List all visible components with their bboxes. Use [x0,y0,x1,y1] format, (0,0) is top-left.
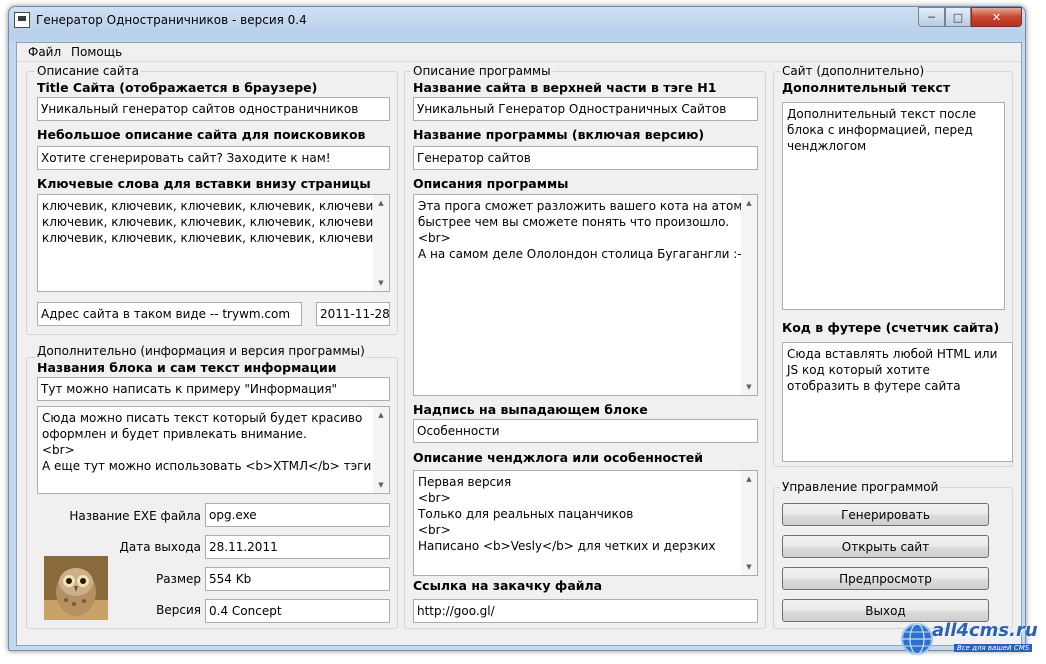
open-site-button[interactable]: Открыть сайт [782,535,989,558]
app-icon [14,12,30,28]
program-desc-line: <br> [418,231,451,245]
keywords-line: ключевик, ключевик, ключевик, ключевик, … [42,215,385,229]
scroll-up-icon[interactable]: ▲ [373,196,389,210]
changelog-line: Только для реальных пацанчиков [418,507,634,521]
site-title-input[interactable]: Уникальный генератор сайтов одностраничн… [37,97,390,121]
h1-input[interactable]: Уникальный Генератор Одностраничных Сайт… [413,97,758,121]
owl-image [44,556,108,620]
menu-help[interactable]: Помощь [71,45,122,59]
download-label: Ссылка на закачку файла [413,578,603,593]
exe-input[interactable]: opg.exe [205,503,390,527]
minimize-button[interactable]: ─ [918,7,945,27]
footer-code-label: Код в футере (счетчик сайта) [782,320,1000,335]
extra-info-legend: Дополнительно (информация и версия прогр… [35,344,367,358]
program-name-input[interactable]: Генератор сайтов [413,146,758,170]
block-label: Названия блока и сам текст информации [37,360,337,375]
scroll-down-icon[interactable]: ▼ [373,276,389,290]
scroll-up-icon[interactable]: ▲ [373,408,389,422]
program-desc-line: быстрее чем вы сможете понять что произо… [418,215,730,229]
site-title-label: Title Сайта (отображается в браузере) [37,80,318,95]
minimize-icon: ─ [928,10,935,24]
program-desc-line: Эта прога сможет разложить вашего кота н… [418,199,752,213]
block-text-line: <br> [42,443,75,457]
release-input[interactable]: 28.11.2011 [205,535,390,559]
footer-code-content: Сюда вставлять любой HTML или JS код кот… [787,347,998,393]
changelog-line: <br> [418,491,451,505]
program-description-legend: Описание программы [411,64,553,78]
program-desc-line: А на самом деле Ололондон столица Бугага… [418,247,747,261]
scroll-up-icon[interactable]: ▲ [741,472,757,486]
site-date-input[interactable]: 2011-11-28 [316,302,390,326]
maximize-button[interactable]: □ [945,7,971,27]
footer-code-textarea[interactable]: Сюда вставлять любой HTML или JS код кот… [782,342,1013,462]
menu-bar: Файл Помощь [17,43,1021,62]
scroll-down-icon[interactable]: ▼ [741,560,757,574]
site-extra-legend: Сайт (дополнительно) [780,64,927,78]
watermark-brand: all4cms.ru [932,620,1038,641]
menu-file[interactable]: Файл [28,45,61,59]
changelog-scrollbar[interactable]: ▲ ▼ [741,471,757,575]
site-desc-input[interactable]: Хотите сгенерировать сайт? Заходите к на… [37,146,390,170]
scroll-down-icon[interactable]: ▼ [741,380,757,394]
keywords-line: ключевик, ключевик, ключевик, ключевик, … [42,199,385,213]
site-desc-label: Небольшое описание сайта для поисковиков [37,127,366,142]
block-text-textarea[interactable]: Сюда можно писать текст который будет кр… [37,406,390,494]
block-text-line: А еще тут можно использовать <b>ХТМЛ</b>… [42,459,372,473]
block-title-input[interactable]: Тут можно написать к примеру "Информация… [37,377,390,401]
changelog-textarea[interactable]: Первая версия <br> Только для реальных п… [413,470,758,576]
block-text-scrollbar[interactable]: ▲ ▼ [373,407,389,493]
close-icon: ✕ [991,10,1002,24]
program-desc-label: Описания программы [413,176,569,191]
extra-text-label: Дополнительный текст [782,80,951,95]
size-input[interactable]: 554 Kb [205,567,390,591]
version-input[interactable]: 0.4 Concept [205,599,390,623]
watermark-tagline: Все для вашей CMS [954,644,1033,652]
keywords-textarea[interactable]: ключевик, ключевик, ключевик, ключевик, … [37,194,390,292]
changelog-line: Написано <b>Vesly</b> для четких и дерзк… [418,539,716,553]
changelog-line: Первая версия [418,475,512,489]
h1-label: Название сайта в верхней части в тэге H1 [413,80,717,95]
keywords-line: ключевик, ключевик, ключевик, ключевик, … [42,231,385,245]
site-description-legend: Описание сайта [35,64,141,78]
watermark-logo: all4cms.ru Все для вашей CMS [900,618,1040,662]
dropdown-label: Надпись на выпадающем блоке [413,402,648,417]
release-label: Дата выхода [119,540,201,554]
exe-label: Название EXE файла [69,509,201,523]
keywords-scrollbar[interactable]: ▲ ▼ [373,195,389,291]
preview-button[interactable]: Предпросмотр [782,567,989,590]
close-button[interactable]: ✕ [971,7,1022,27]
extra-text-textarea[interactable]: Дополнительный текст после блока с инфор… [782,102,1005,310]
generate-button[interactable]: Генерировать [782,503,989,526]
window-title: Генератор Одностраничников - версия 0.4 [36,13,307,27]
program-name-label: Название программы (включая версию) [413,127,705,142]
maximize-icon: □ [952,10,964,24]
scroll-up-icon[interactable]: ▲ [741,196,757,210]
changelog-label: Описание ченджлога или особенностей [413,450,703,465]
changelog-line: <br> [418,523,451,537]
extra-text-content: Дополнительный текст после блока с инфор… [787,107,977,153]
program-desc-scrollbar[interactable]: ▲ ▼ [741,195,757,395]
control-legend: Управление программой [780,480,941,494]
download-input[interactable]: http://goo.gl/ [413,599,758,623]
program-desc-textarea[interactable]: Эта прога сможет разложить вашего кота н… [413,194,758,396]
block-text-line: оформлен и будет привлекать внимание. [42,427,307,441]
block-text-line: Сюда можно писать текст который будет кр… [42,411,363,425]
dropdown-input[interactable]: Особенности [413,419,758,443]
globe-icon [901,623,933,655]
keywords-label: Ключевые слова для вставки внизу страниц… [37,176,371,191]
scroll-down-icon[interactable]: ▼ [373,478,389,492]
site-address-input[interactable]: Адрес сайта в таком виде -- trywm.com [37,302,302,326]
